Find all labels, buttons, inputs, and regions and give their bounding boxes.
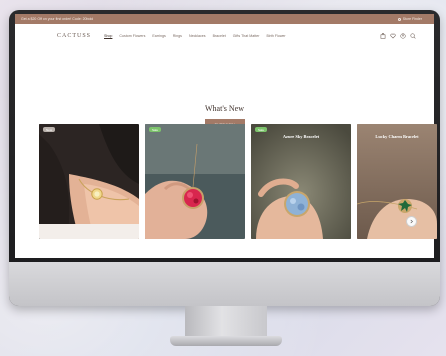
monitor-stand-base xyxy=(170,336,282,346)
monitor-chin xyxy=(9,262,440,306)
product-image xyxy=(251,124,351,239)
announcement-bar: Get a $20 Off on your first order! Code:… xyxy=(15,14,434,24)
carousel-next-button[interactable] xyxy=(406,216,417,227)
nav-item-rings[interactable]: Rings xyxy=(173,34,182,38)
store-locator-label: Store Finder xyxy=(402,17,422,21)
site-logo[interactable]: CACTUSS xyxy=(57,33,91,39)
nav-item-birth-flower[interactable]: Birth Flower xyxy=(266,34,285,38)
nav-item-custom-flowers[interactable]: Custom Flowers xyxy=(119,34,145,38)
nav-item-necklaces[interactable]: Necklaces xyxy=(189,34,206,38)
nav-item-gifts[interactable]: Gifts That Matter xyxy=(233,34,260,38)
search-icon[interactable] xyxy=(410,33,416,39)
header-icons xyxy=(380,33,416,39)
product-image xyxy=(357,124,437,239)
user-icon[interactable] xyxy=(400,33,406,39)
product-badge: Sale xyxy=(255,127,268,132)
main-nav: Shop Custom Flowers Earrings Rings Neckl… xyxy=(104,34,286,38)
nav-item-shop[interactable]: Shop xyxy=(104,34,112,38)
product-badge: New xyxy=(43,127,56,132)
product-image xyxy=(39,124,139,239)
nav-item-earrings[interactable]: Earrings xyxy=(152,34,165,38)
product-card[interactable]: Sale Azure Sky Bracelet xyxy=(251,124,351,239)
product-card[interactable]: New xyxy=(39,124,139,239)
monitor-stand-neck xyxy=(185,306,267,340)
chevron-right-icon xyxy=(410,219,413,224)
bag-icon[interactable] xyxy=(380,33,386,39)
product-badge: Sale xyxy=(149,127,162,132)
store-locator-link[interactable]: Store Finder xyxy=(397,17,422,21)
heart-icon[interactable] xyxy=(390,33,396,39)
location-pin-icon xyxy=(397,17,401,21)
site-header: CACTUSS Shop Custom Flowers Earrings Rin… xyxy=(15,24,434,48)
section-title: What's New xyxy=(205,104,244,113)
product-caption: Lucky Charm Bracelet xyxy=(375,134,419,139)
product-caption: Azure Sky Bracelet xyxy=(282,134,320,139)
nav-item-bracelet[interactable]: Bracelet xyxy=(213,34,226,38)
product-card[interactable]: Sale xyxy=(145,124,245,239)
product-card[interactable]: Lucky Charm Bracelet xyxy=(357,124,437,239)
product-carousel: New Sale Sale Azure Sky Bracelet Lucky C… xyxy=(16,124,437,239)
product-image xyxy=(145,124,245,239)
announcement-text: Get a $20 Off on your first order! Code:… xyxy=(21,17,94,21)
